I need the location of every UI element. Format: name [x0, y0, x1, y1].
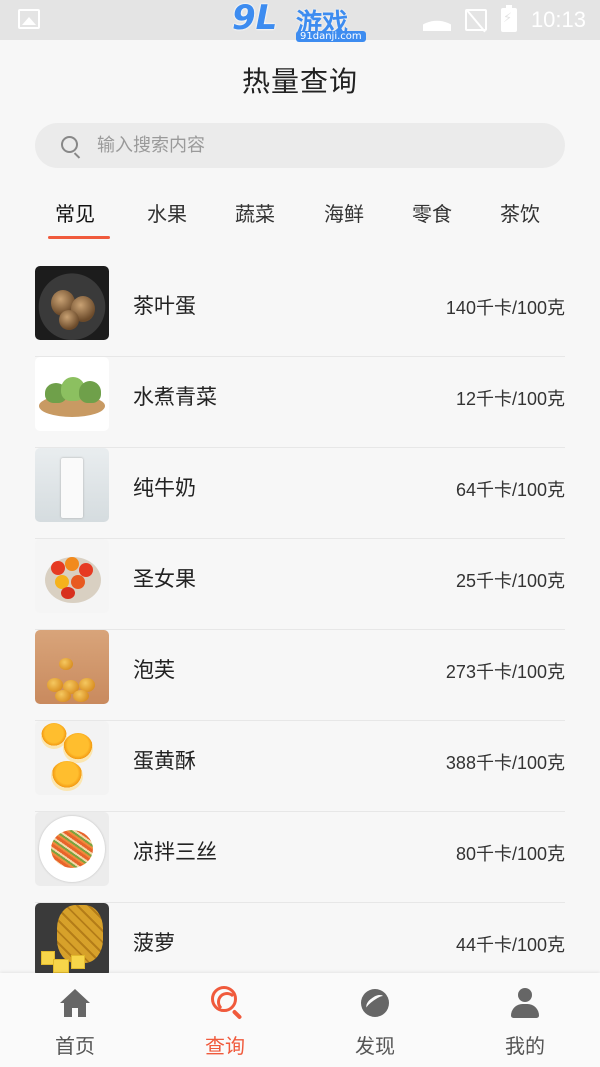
tea-egg-photo	[35, 266, 109, 340]
watermark-domain: 91danji.com	[296, 31, 366, 42]
food-name: 圣女果	[133, 567, 196, 591]
food-calories: 25千卡/100克	[455, 571, 565, 591]
image-icon	[18, 9, 40, 29]
app-screen: 9L 游戏 91danji.com 10:13 热量查询 常见 水果 蔬菜 海鲜	[0, 0, 600, 1067]
no-sim-icon	[464, 9, 487, 31]
list-item[interactable]: 茶叶蛋 140千卡/100克	[35, 266, 565, 357]
food-calories: 273千卡/100克	[445, 662, 565, 682]
milk-carton-photo	[35, 448, 109, 522]
food-list: 茶叶蛋 140千卡/100克 水煮青菜 12千卡/100克 纯牛奶 64千卡/1…	[35, 266, 565, 994]
status-bar: 9L 游戏 91danji.com 10:13	[0, 0, 600, 42]
food-calories: 388千卡/100克	[445, 753, 565, 773]
tab-label: 蔬菜	[235, 202, 275, 226]
nav-discover[interactable]: 发现	[300, 973, 450, 1067]
tab-common[interactable]: 常见	[35, 195, 115, 239]
food-calories: 140千卡/100克	[445, 298, 565, 318]
profile-icon	[509, 987, 541, 1019]
watermark-logo: 9L	[232, 0, 278, 38]
home-icon	[59, 987, 91, 1019]
nav-mine[interactable]: 我的	[450, 973, 600, 1067]
active-tab-indicator	[48, 236, 110, 239]
food-name: 泡芙	[133, 658, 175, 682]
food-calories: 12千卡/100克	[455, 389, 565, 409]
food-calories: 44千卡/100克	[455, 935, 565, 955]
search-icon	[61, 136, 78, 153]
food-name: 蛋黄酥	[133, 749, 196, 773]
nav-label: 查询	[205, 1034, 245, 1058]
shredded-salad-photo	[35, 812, 109, 886]
tab-label: 常见	[55, 202, 95, 226]
food-calories: 64千卡/100克	[455, 480, 565, 500]
cherry-tomatoes-photo	[35, 539, 109, 613]
tab-label: 水果	[147, 202, 187, 226]
food-name: 纯牛奶	[133, 476, 196, 500]
list-item[interactable]: 泡芙 273千卡/100克	[35, 630, 565, 721]
discover-icon	[359, 987, 391, 1019]
food-name: 水煮青菜	[133, 385, 217, 409]
tab-label: 茶饮	[500, 202, 540, 226]
page-title: 热量查询	[241, 65, 358, 98]
nav-label: 发现	[355, 1034, 395, 1058]
tab-seafood[interactable]: 海鲜	[304, 195, 384, 239]
status-icons: 10:13	[423, 5, 586, 34]
food-name: 茶叶蛋	[133, 294, 196, 318]
pineapple-photo	[35, 903, 109, 977]
nav-query[interactable]: 查询	[150, 973, 300, 1067]
nav-label: 我的	[505, 1034, 545, 1058]
tab-label: 零食	[412, 202, 452, 226]
wifi-icon	[423, 9, 451, 31]
search-query-icon	[211, 986, 237, 1012]
food-calories: 80千卡/100克	[455, 844, 565, 864]
food-name: 菠萝	[133, 931, 175, 955]
food-name: 凉拌三丝	[133, 840, 217, 864]
search-bar[interactable]	[35, 123, 565, 168]
cream-puffs-photo	[35, 630, 109, 704]
list-item[interactable]: 水煮青菜 12千卡/100克	[35, 357, 565, 448]
list-item[interactable]: 纯牛奶 64千卡/100克	[35, 448, 565, 539]
tab-snack[interactable]: 零食	[392, 195, 472, 239]
battery-charging-icon	[500, 5, 517, 32]
list-item[interactable]: 凉拌三丝 80千卡/100克	[35, 812, 565, 903]
search-input[interactable]	[97, 123, 547, 168]
yolk-pastry-photo	[35, 721, 109, 795]
list-item[interactable]: 蛋黄酥 388千卡/100克	[35, 721, 565, 812]
nav-label: 首页	[55, 1034, 95, 1058]
status-time: 10:13	[530, 7, 586, 32]
nav-home[interactable]: 首页	[0, 973, 150, 1067]
tab-tea-drink[interactable]: 茶饮	[480, 195, 560, 239]
tab-label: 海鲜	[324, 202, 364, 226]
tab-fruit[interactable]: 水果	[127, 195, 207, 239]
bottom-navigation: 首页 查询 发现 我的	[0, 973, 600, 1067]
boiled-greens-photo	[35, 357, 109, 431]
category-tabs: 常见 水果 蔬菜 海鲜 零食 茶饮	[35, 195, 565, 243]
list-item[interactable]: 圣女果 25千卡/100克	[35, 539, 565, 630]
tab-vegetable[interactable]: 蔬菜	[215, 195, 295, 239]
